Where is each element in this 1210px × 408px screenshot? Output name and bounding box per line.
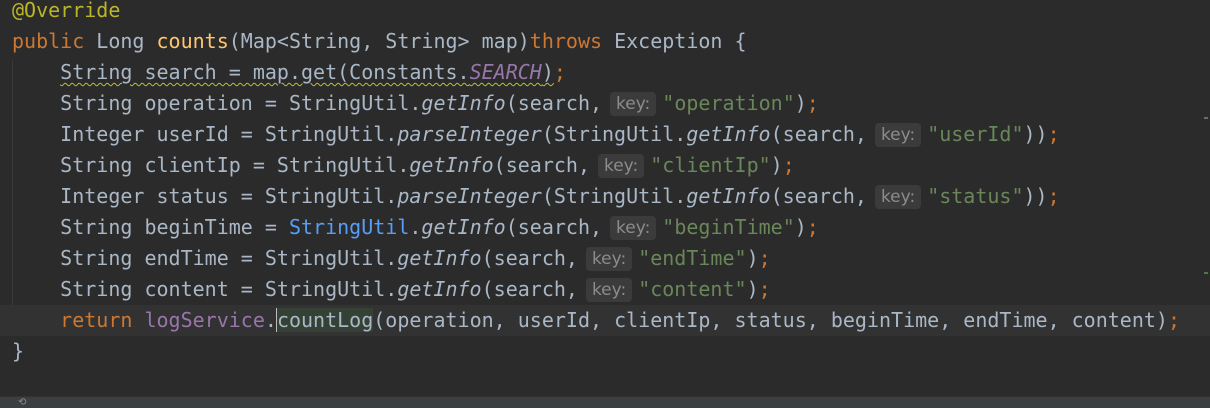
parameter-hint: key: [597, 154, 645, 178]
code-token: "operation" [662, 91, 795, 115]
code-token: (search, [505, 91, 603, 115]
code-token: ) [746, 246, 759, 270]
code-token: getInfo [397, 246, 482, 270]
code-token: Integer status = StringUtil. [12, 184, 398, 208]
code-token: (operation, userId, clientIp, status, be… [373, 308, 1168, 332]
code-token: String search = map.get(Constants. [60, 60, 470, 84]
code-token: (search, [481, 246, 578, 270]
code-token: . [409, 215, 422, 239]
code-editor[interactable]: @Override public Long counts(Map<String, … [0, 0, 1210, 408]
code-token: String content = StringUtil. [12, 277, 398, 301]
code-token: String clientIp = StringUtil. [12, 153, 410, 177]
code-token: ) [541, 60, 554, 84]
code-token: ; [1167, 308, 1181, 332]
code-token: return [60, 308, 133, 332]
code-token: (Map<String, String> map) [228, 29, 530, 53]
code-token: public [12, 29, 85, 53]
code-line[interactable]: Integer userId = StringUtil.parseInteger… [0, 119, 1210, 150]
code-token: ; [553, 60, 566, 84]
code-token: @Override [12, 0, 121, 22]
change-marker [1204, 272, 1208, 274]
code-token: (search, [770, 122, 867, 146]
code-token: "status" [927, 184, 1024, 208]
code-token: (StringUtil. [541, 122, 687, 146]
code-token: getInfo [686, 122, 771, 146]
parameter-hint: key: [610, 92, 657, 116]
parameter-hint: key: [585, 278, 633, 302]
code-token: Integer userId = StringUtil. [12, 122, 398, 146]
parameter-hint: key: [874, 123, 922, 147]
code-token: SEARCH [469, 60, 542, 84]
history-icon[interactable]: ⟲ [18, 398, 32, 408]
change-marker [1204, 117, 1208, 119]
code-token: parseInteger [397, 184, 542, 208]
code-token: getInfo [421, 91, 506, 115]
parameter-hint: key: [585, 247, 633, 271]
code-token: "beginTime" [662, 215, 795, 239]
code-token: getInfo [421, 215, 506, 239]
code-token: "content" [638, 277, 747, 301]
code-token: throws [529, 29, 603, 53]
code-token: ; [758, 277, 771, 301]
bottom-panel-edge [0, 396, 1210, 408]
code-token: (search, [493, 153, 590, 177]
code-token: String beginTime = [12, 215, 289, 239]
code-token: ) [770, 153, 783, 177]
code-line[interactable]: return logService.countLog(operation, us… [0, 305, 1210, 336]
code-line[interactable]: String beginTime = StringUtil.getInfo(se… [0, 212, 1210, 243]
code-token: getInfo [409, 153, 494, 177]
code-token: (search, [505, 215, 603, 239]
code-line[interactable]: String clientIp = StringUtil.getInfo(sea… [0, 150, 1210, 181]
code-token: countLog [276, 308, 374, 332]
code-token: } [12, 339, 25, 363]
code-token: ; [1047, 122, 1060, 146]
code-token: (search, [481, 277, 578, 301]
code-token: String operation = StringUtil. [12, 91, 422, 115]
code-token: parseInteger [397, 122, 542, 146]
code-line[interactable]: Integer status = StringUtil.parseInteger… [0, 181, 1210, 212]
code-token: getInfo [686, 184, 771, 208]
parameter-hint: key: [874, 185, 922, 209]
code-token: ; [758, 246, 771, 270]
code-line[interactable]: String operation = StringUtil.getInfo(se… [0, 88, 1210, 119]
code-token: getInfo [397, 277, 482, 301]
code-token: (search, [770, 184, 867, 208]
code-token: Exception { [602, 29, 747, 53]
code-token: ; [1047, 184, 1060, 208]
code-token: "endTime" [638, 246, 747, 270]
code-token: "userId" [927, 122, 1024, 146]
code-token: ; [806, 215, 819, 239]
code-token: "clientIp" [650, 153, 771, 177]
code-token: Long [84, 29, 157, 53]
code-token: StringUtil [288, 215, 410, 239]
code-token: counts [156, 29, 229, 53]
code-token: ) [794, 91, 807, 115]
code-token: ; [806, 91, 819, 115]
code-line[interactable]: String endTime = StringUtil.getInfo(sear… [0, 243, 1210, 274]
code-token: ) [794, 215, 807, 239]
code-line[interactable]: String search = map.get(Constants.SEARCH… [0, 57, 1210, 88]
code-token: ; [782, 153, 795, 177]
code-line[interactable]: String content = StringUtil.getInfo(sear… [0, 274, 1210, 305]
code-token: )) [1023, 184, 1048, 208]
code-line[interactable]: @Override [0, 0, 1210, 26]
code-token: logService [144, 308, 265, 332]
code-token: String endTime = StringUtil. [12, 246, 398, 270]
code-token: )) [1023, 122, 1048, 146]
code-line[interactable]: } [0, 336, 1210, 367]
code-line[interactable]: public Long counts(Map<String, String> m… [0, 26, 1210, 57]
parameter-hint: key: [610, 216, 657, 240]
code-token: (StringUtil. [541, 184, 687, 208]
code-token: ) [746, 277, 759, 301]
